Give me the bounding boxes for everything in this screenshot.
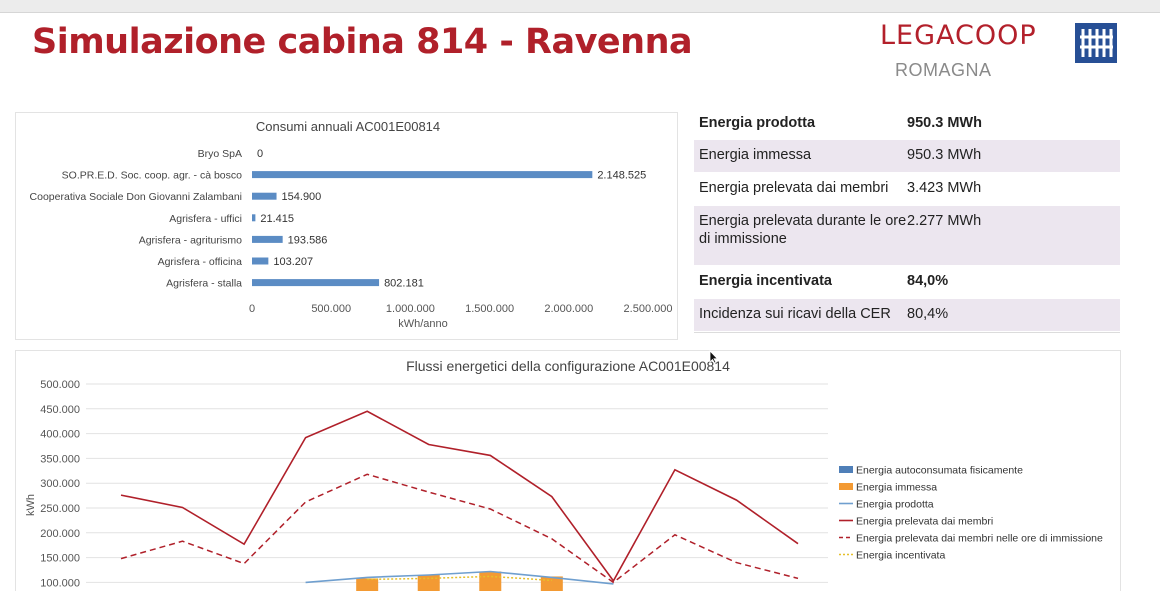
logo-mark-glyph bbox=[1080, 29, 1113, 57]
bar-category-label: Agrisfera - stalla bbox=[166, 278, 242, 290]
flow-y-tick-label: 200.000 bbox=[40, 528, 80, 540]
bar-data-label: 802.181 bbox=[384, 278, 424, 290]
bar-data-label: 193.586 bbox=[288, 234, 328, 246]
stat-row: Energia prelevata dai membri 3.423 MWh bbox=[694, 173, 1120, 206]
bar-x-tick-label: 2.000.000 bbox=[544, 303, 593, 315]
consumption-bar bbox=[252, 257, 269, 265]
legend-label: Energia immessa bbox=[856, 482, 937, 494]
flow-y-tick-label: 300.000 bbox=[40, 478, 80, 490]
annual-consumption-chart-panel: Consumi annuali AC001E00814 kWh/anno 0 50… bbox=[15, 112, 678, 340]
bar-category-label: SO.PR.E.D. Soc. coop. agr. - cà bosco bbox=[62, 170, 242, 182]
bar-data-label: 21.415 bbox=[260, 213, 294, 225]
bar-x-tick-label: 1.500.000 bbox=[465, 303, 514, 315]
bar-category-label: Bryo SpA bbox=[198, 148, 242, 160]
logo-mark-icon bbox=[1075, 23, 1117, 63]
consumption-bar bbox=[252, 214, 256, 222]
flow-y-tick-label: 350.000 bbox=[40, 453, 80, 465]
bar-data-label: 0 bbox=[257, 148, 263, 160]
bar-category-label: Cooperativa Sociale Don Giovanni Zalamba… bbox=[30, 191, 242, 203]
stat-label: Energia prelevata dai membri bbox=[699, 180, 889, 196]
stat-row: Incidenza sui ricavi della CER 80,4% bbox=[694, 299, 1120, 332]
stat-label: Incidenza sui ricavi della CER bbox=[699, 306, 891, 322]
stat-label: Energia incentivata bbox=[699, 273, 832, 289]
legacoop-logo: LEGACOOP ROMAGNA bbox=[878, 20, 1128, 84]
stat-row: Energia immessa 950.3 MWh bbox=[694, 140, 1120, 173]
bar-data-label: 154.900 bbox=[282, 191, 322, 203]
flow-y-tick-label: 250.000 bbox=[40, 503, 80, 515]
logo-word: LEGACOOP bbox=[880, 20, 1037, 51]
stat-value: 3.423 MWh bbox=[907, 180, 982, 196]
flow-bar bbox=[417, 574, 440, 596]
legend-label: Energia prelevata dai membri nelle ore d… bbox=[856, 533, 1103, 545]
logo-subtitle: ROMAGNA bbox=[895, 60, 992, 80]
stat-row: Energia incentivata 84,0% bbox=[694, 266, 1120, 299]
bar-x-tick-label: 2.500.000 bbox=[624, 303, 673, 315]
mouse-cursor-glyph bbox=[709, 350, 719, 364]
annual-consumption-chart: Consumi annuali AC001E00814 kWh/anno 0 50… bbox=[30, 119, 673, 330]
bar-category-label: Agrisfera - uffici bbox=[169, 213, 242, 225]
legend-label: Energia incentivata bbox=[856, 550, 945, 562]
consumption-bar bbox=[252, 171, 593, 179]
bar-chart-title: Consumi annuali AC001E00814 bbox=[256, 119, 440, 134]
bar-data-label: 103.207 bbox=[273, 256, 313, 268]
energy-flows-chart: Flussi energetici della configurazione A… bbox=[25, 358, 1103, 596]
stat-label: Energia prelevata durante le ore di immi… bbox=[699, 213, 907, 247]
stat-row: Energia prelevata durante le ore di immi… bbox=[694, 206, 1120, 266]
flow-y-tick-label: 450.000 bbox=[40, 404, 80, 416]
flow-chart-y-axis-label: kWh bbox=[25, 494, 37, 516]
stat-value: 950.3 MWh bbox=[907, 115, 982, 131]
stat-value: 950.3 MWh bbox=[907, 147, 982, 163]
bar-x-tick-label: 0 bbox=[249, 303, 255, 315]
flow-chart-title: Flussi energetici della configurazione A… bbox=[406, 358, 730, 374]
flow-series-line bbox=[120, 410, 799, 583]
slide-title: Simulazione cabina 814 - Ravenna bbox=[32, 22, 693, 62]
energy-summary-table: Energia prodotta 950.3 MWh Energia immessa… bbox=[694, 106, 1120, 333]
flow-series-line bbox=[120, 473, 799, 584]
legend-label: Energia autoconsumata fisicamente bbox=[856, 465, 1023, 477]
bar-category-label: Agrisfera - agriturismo bbox=[139, 234, 242, 246]
browser-top-strip bbox=[0, 0, 1160, 13]
flow-y-tick-label: 150.000 bbox=[40, 553, 80, 565]
bar-data-label: 2.148.525 bbox=[597, 170, 646, 182]
flow-y-tick-label: 500.000 bbox=[40, 379, 80, 391]
legend-label: Energia prodotta bbox=[856, 499, 934, 511]
flow-y-tick-label: 100.000 bbox=[40, 577, 80, 589]
bar-x-tick-label: 500.000 bbox=[311, 303, 351, 315]
bar-x-tick-label: 1.000.000 bbox=[386, 303, 435, 315]
energy-flows-chart-panel: Flussi energetici della configurazione A… bbox=[15, 350, 1121, 596]
legend-swatch bbox=[839, 466, 853, 473]
consumption-bar bbox=[252, 279, 380, 287]
legend-swatch bbox=[839, 483, 853, 490]
legend-label: Energia prelevata dai membri bbox=[856, 516, 993, 528]
stat-row: Energia prodotta 950.3 MWh bbox=[694, 106, 1120, 140]
bar-category-label: Agrisfera - officina bbox=[158, 256, 243, 268]
flow-y-tick-label: 400.000 bbox=[40, 429, 80, 441]
flow-bar bbox=[356, 578, 379, 596]
stat-value: 2.277 MWh bbox=[907, 213, 982, 229]
consumption-bar bbox=[252, 192, 277, 200]
stat-label: Energia prodotta bbox=[699, 115, 816, 131]
bar-chart-x-axis-label: kWh/anno bbox=[398, 318, 448, 330]
stat-value: 84,0% bbox=[907, 273, 949, 289]
consumption-bar bbox=[252, 235, 283, 243]
stat-label: Energia immessa bbox=[699, 147, 812, 163]
stat-value: 80,4% bbox=[907, 306, 949, 322]
flow-bar bbox=[479, 571, 502, 596]
mouse-cursor-icon bbox=[709, 350, 719, 369]
